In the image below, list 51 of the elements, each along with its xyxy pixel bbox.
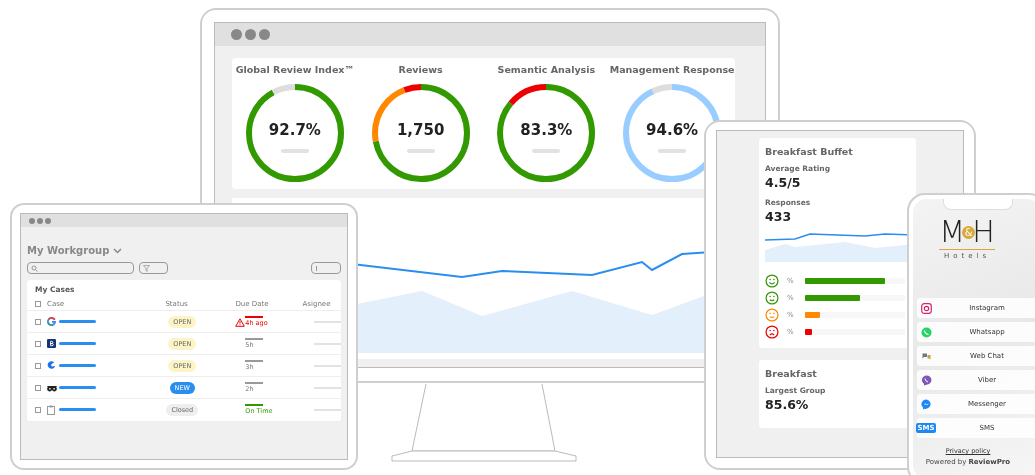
phone-bubble-icon [920, 326, 932, 338]
checkbox[interactable] [35, 301, 41, 307]
phone-notch [943, 199, 1013, 210]
window-dot [231, 29, 242, 40]
filter-field[interactable] [139, 262, 168, 274]
smiley-face-icon [765, 273, 779, 288]
gauge-value: 92.7% [267, 121, 322, 139]
lightning-bubble-icon [920, 398, 932, 410]
gauge-value: 94.6% [645, 121, 700, 139]
search-icon [31, 264, 38, 272]
stat-value: 433 [765, 209, 793, 224]
text-placeholder-bar [58, 364, 96, 367]
window-dot [45, 217, 51, 224]
checkbox[interactable] [35, 384, 41, 391]
neutral-face-icon [765, 307, 779, 322]
search-field[interactable] [27, 262, 134, 274]
gauge-title: Global Review Index™ [235, 64, 354, 75]
checkbox[interactable] [35, 318, 41, 325]
window-dot [29, 217, 35, 224]
checkbox[interactable] [35, 340, 41, 347]
text-placeholder-bar [58, 386, 96, 389]
smiley-face-icon [765, 290, 779, 305]
gauge-value: 1,750 [395, 121, 446, 139]
window-dot [37, 217, 43, 224]
clipboard-icon [47, 404, 55, 415]
gauge-title: Management Response [609, 64, 735, 75]
text-placeholder-bar [58, 408, 96, 411]
gauge-title: Reviews [398, 64, 443, 75]
stat-value: 85.6% [765, 397, 810, 412]
gauge-value: 83.3% [519, 121, 574, 139]
phone-bubble-icon [920, 374, 932, 386]
text-placeholder-bar [58, 342, 96, 345]
card-title: Breakfast Buffet [765, 146, 854, 157]
checkbox[interactable] [35, 362, 41, 369]
chat-icon [921, 352, 931, 360]
sort-field[interactable] [311, 262, 341, 274]
camera-icon [920, 302, 932, 314]
letter-g-icon [47, 317, 56, 326]
bar-icon [315, 264, 318, 272]
window-dot [259, 29, 270, 40]
sad-face-icon [765, 324, 779, 339]
gauge-title: Semantic Analysis [497, 64, 596, 75]
text-placeholder-bar [58, 320, 96, 323]
warning-icon [234, 318, 245, 327]
stat-value: 4.5/5 [765, 175, 802, 190]
card-title: Breakfast [765, 368, 818, 379]
funnel-icon [143, 264, 150, 272]
checkbox[interactable] [35, 406, 41, 413]
window-dot [245, 29, 256, 40]
letter-b-icon [47, 339, 56, 348]
chevron-down-icon[interactable] [113, 247, 123, 254]
